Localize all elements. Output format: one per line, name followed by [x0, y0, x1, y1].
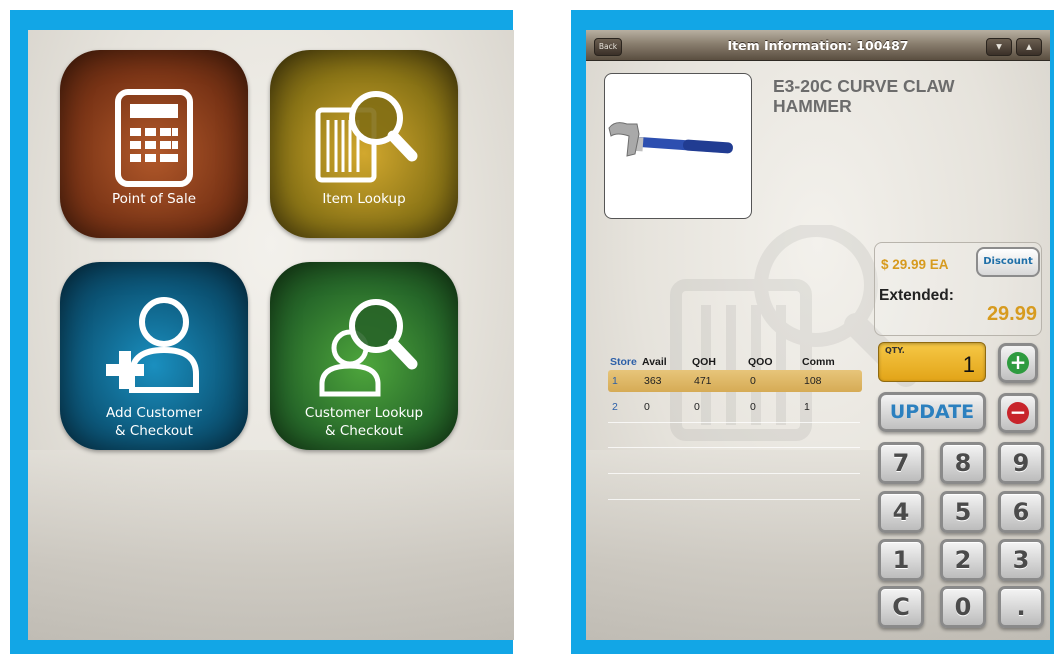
table-divider [608, 499, 860, 500]
keypad-5[interactable]: 5 [940, 491, 986, 533]
keypad-1[interactable]: 1 [878, 539, 924, 581]
product-title-line2: HAMMER [773, 96, 852, 116]
item-information-screen: Back Item Information: 100487 ▼ ▲ E3-20C… [586, 30, 1050, 640]
price-panel: $ 29.99 EA Discount Extended: 29.99 [874, 242, 1042, 336]
table-cell: 0 [750, 401, 756, 413]
discount-button[interactable]: Discount [976, 247, 1040, 277]
table-cell: 363 [644, 375, 662, 387]
table-cell: 471 [694, 375, 712, 387]
product-title-line1: E3-20C CURVE CLAW [773, 76, 955, 96]
column-header-qoh: QOH [692, 356, 716, 368]
add-customer-tile[interactable]: Add Customer & Checkout [60, 262, 248, 450]
customer-lookup-label-line1: Customer Lookup [304, 405, 424, 421]
item-lookup-label: Item Lookup [322, 191, 406, 207]
point-of-sale-label: Point of Sale [111, 191, 196, 207]
nav-title: Item Information: 100487 [727, 38, 909, 53]
extended-label: Extended: [879, 287, 954, 304]
table-divider [608, 447, 860, 448]
table-cell: 1 [804, 401, 810, 413]
column-header-store: Store [610, 356, 637, 368]
item-lookup-tile[interactable]: Item Lookup [270, 50, 458, 238]
update-button[interactable]: UPDATE [878, 392, 986, 432]
product-photo [604, 73, 752, 219]
keypad-9[interactable]: 9 [998, 442, 1044, 484]
table-cell: 2 [612, 401, 618, 413]
keypad-decimal[interactable]: . [998, 586, 1044, 628]
calculator-icon [115, 89, 193, 187]
keypad-8[interactable]: 8 [940, 442, 986, 484]
minus-icon: − [1007, 402, 1029, 424]
table-cell: 108 [804, 375, 822, 387]
user-search-icon [319, 299, 418, 397]
keypad-2[interactable]: 2 [940, 539, 986, 581]
hammer-image [608, 122, 733, 157]
decrement-button[interactable]: − [998, 393, 1038, 433]
keypad-clear[interactable]: C [878, 586, 924, 628]
keypad-7[interactable]: 7 [878, 442, 924, 484]
add-customer-label-line2: & Checkout [115, 423, 193, 439]
table-divider [608, 422, 860, 423]
plus-icon: + [1007, 352, 1029, 374]
table-header: Store Avail QOH QOO Comm [608, 356, 866, 370]
keypad-6[interactable]: 6 [998, 491, 1044, 533]
add-customer-label-line1: Add Customer [105, 405, 202, 421]
column-header-comm: Comm [802, 356, 835, 368]
quantity-field[interactable]: QTY. 1 [878, 342, 986, 382]
keypad-3[interactable]: 3 [998, 539, 1044, 581]
navigation-bar: Back Item Information: 100487 ▼ ▲ [586, 30, 1050, 61]
floor-background [28, 450, 514, 640]
chevron-up-icon: ▲ [1026, 42, 1032, 51]
home-screen: Point of Sale Item Lookup Add Customer &… [28, 30, 514, 640]
product-title: E3-20C CURVE CLAW HAMMER [773, 76, 1023, 116]
increment-button[interactable]: + [998, 343, 1038, 383]
chevron-down-icon: ▼ [996, 42, 1002, 51]
previous-item-button[interactable]: ▼ [986, 38, 1012, 56]
table-cell: 0 [750, 375, 756, 387]
barcode-magnifier-icon [315, 91, 418, 183]
table-row[interactable]: 1 363 471 0 108 [608, 370, 862, 392]
table-divider [608, 473, 860, 474]
quantity-value: 1 [962, 352, 975, 377]
table-row[interactable]: 2 0 0 0 1 [608, 396, 862, 418]
column-header-qoo: QOO [748, 356, 773, 368]
unit-price: $ 29.99 EA [881, 257, 949, 272]
table-cell: 0 [694, 401, 700, 413]
next-item-button[interactable]: ▲ [1016, 38, 1042, 56]
extended-value: 29.99 [986, 303, 1037, 325]
keypad-0[interactable]: 0 [940, 586, 986, 628]
column-header-avail: Avail [642, 356, 667, 368]
table-cell: 0 [644, 401, 650, 413]
quantity-label: QTY. [885, 346, 905, 355]
point-of-sale-tile[interactable]: Point of Sale [60, 50, 248, 238]
customer-lookup-tile[interactable]: Customer Lookup & Checkout [270, 262, 458, 450]
keypad-4[interactable]: 4 [878, 491, 924, 533]
add-user-icon [106, 297, 199, 393]
customer-lookup-label-line2: & Checkout [325, 423, 403, 439]
table-cell: 1 [612, 375, 618, 387]
